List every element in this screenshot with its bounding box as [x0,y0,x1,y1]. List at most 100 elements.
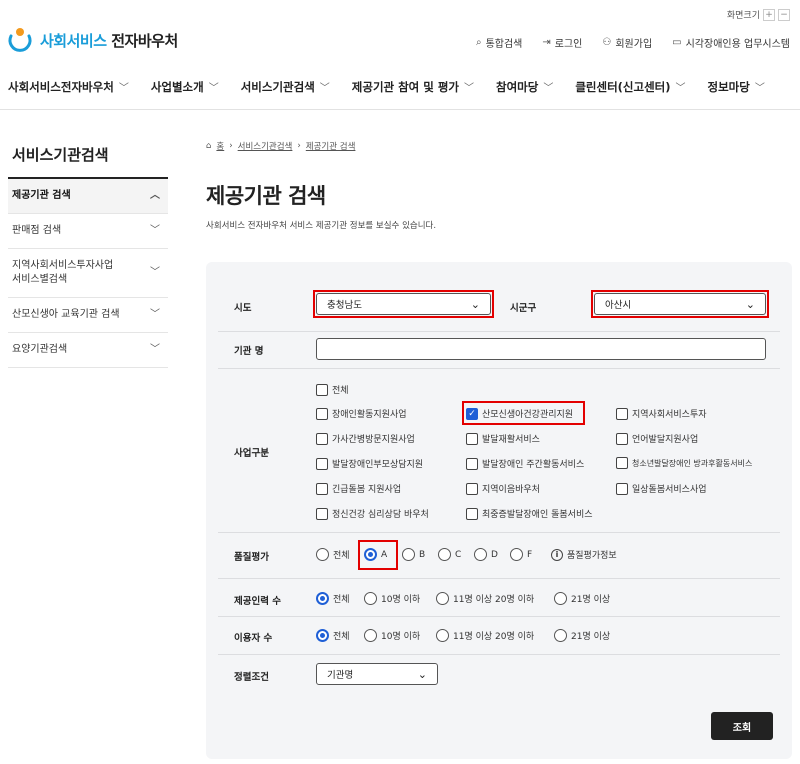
search-panel: 시도 충청남도 ⌄ 시군구 아산시 ⌄ 기관 명 사업구분 전체 장애인활동지원… [206,262,792,759]
sidebar: 서비스기관검색 제공기관 검색 ︿ 판매점 검색 ﹀ 지역사회서비스투자사업 서… [8,140,168,368]
checkbox-icon [466,482,478,495]
users-radio-over21[interactable]: 21명 이상 [554,629,610,642]
sigungu-highlight [591,290,769,318]
nav-item-info[interactable]: 정보마당 ﹀ [708,79,765,95]
radio-icon [402,548,415,561]
zoom-out-button[interactable]: − [778,8,790,21]
breadcrumb-current[interactable]: 제공기관 검색 [306,140,356,152]
checkbox-icon [316,457,328,470]
sidebar-item-care-org[interactable]: 요양기관검색 ﹀ [8,333,168,368]
biz-checkbox-daily-care[interactable]: 일상돌봄서비스사업 [616,482,707,495]
quality-radio-b[interactable]: B [402,548,425,561]
radio-icon [510,548,523,561]
maternity-highlight [462,401,585,425]
checkbox-icon [616,432,628,445]
breadcrumb-home[interactable]: 홈 [216,140,224,152]
chevron-down-icon: ⌄ [417,667,427,681]
home-icon[interactable]: ⌂ [206,141,211,151]
org-name-input[interactable] [316,338,766,360]
util-search[interactable]: ⌕ 통합검색 [476,35,522,50]
monitor-icon: ▭ [672,37,682,48]
biz-checkbox-language[interactable]: 언어발달지원사업 [616,432,698,445]
chevron-down-icon: ﹀ [543,83,554,94]
biz-checkbox-emergency[interactable]: 긴급돌봄 지원사업 [316,482,401,495]
checkbox-icon [466,507,478,520]
radio-icon [474,548,487,561]
search-button[interactable]: 조회 [711,712,773,740]
staff-radio-over21[interactable]: 21명 이상 [554,592,610,605]
breadcrumb: ⌂ 홈 › 서비스기관검색 › 제공기관 검색 [206,140,356,152]
radio-icon [554,629,567,642]
quality-radio-d[interactable]: D [474,548,498,561]
chevron-down-icon: ﹀ [150,309,160,320]
biz-checkbox-parent-counsel[interactable]: 발달장애인부모상담지원 [316,457,423,470]
radio-icon [438,548,451,561]
sidebar-title: 서비스기관검색 [8,140,168,179]
nav-item-clean-center[interactable]: 클린센터(신고센터) ﹀ [575,79,685,95]
info-icon: i [551,548,563,561]
nav-item-org-search[interactable]: 서비스기관검색 ﹀ [241,79,330,95]
staff-radio-11to20[interactable]: 11명 이상 20명 이하 [436,592,534,605]
chevron-down-icon: ﹀ [150,267,160,278]
sidebar-item-org-search[interactable]: 제공기관 검색 ︿ [8,179,168,214]
sort-select[interactable]: 기관명 ⌄ [316,663,438,685]
quality-radio-all[interactable]: 전체 [316,548,350,561]
users-radio-under10[interactable]: 10명 이하 [364,629,420,642]
radio-icon [436,629,449,642]
sigungu-label: 시군구 [510,303,537,314]
radio-selected-icon [316,592,329,605]
biz-checkbox-local-link[interactable]: 지역이음바우처 [466,482,540,495]
screen-size-control: 화면크기 + − [727,8,790,21]
quality-radio-f[interactable]: F [510,548,532,561]
radio-icon [436,592,449,605]
org-name-label: 기관 명 [234,346,264,357]
main-nav: 사회서비스전자바우처 ﹀ 사업별소개 ﹀ 서비스기관검색 ﹀ 제공기관 참여 및 평가… [0,64,800,110]
checkbox-icon [616,482,628,495]
page-title: 제공기관 검색 [206,184,326,208]
zoom-in-button[interactable]: + [763,8,775,21]
nav-item-voucher[interactable]: 사회서비스전자바우처 ﹀ [8,79,129,95]
checkbox-icon [466,457,478,470]
util-accessible-system[interactable]: ▭ 시각장애인용 업무시스템 [672,35,790,50]
staff-radio-under10[interactable]: 10명 이하 [364,592,420,605]
biz-checkbox-rehab[interactable]: 발달재활서비스 [466,432,540,445]
biz-checkbox-severe-care[interactable]: 최중증발달장애인 돌봄서비스 [466,507,593,520]
biz-checkbox-mental-health[interactable]: 정신건강 심리상담 바우처 [316,507,429,520]
user-add-icon: ⚇ [602,37,612,48]
users-radio-11to20[interactable]: 11명 이상 20명 이하 [436,629,534,642]
radio-icon [364,592,377,605]
biz-checkbox-youth-afterschool[interactable]: 청소년발달장애인 방과후활동서비스 [616,457,752,469]
checkbox-icon [466,432,478,445]
staff-radio-all[interactable]: 전체 [316,592,350,605]
nav-item-business[interactable]: 사업별소개 ﹀ [151,79,219,95]
logo-icon [8,28,32,52]
users-radio-all[interactable]: 전체 [316,629,350,642]
biz-checkbox-community[interactable]: 지역사회서비스투자 [616,407,707,420]
quality-info-link[interactable]: i 품질평가정보 [551,548,617,561]
radio-selected-icon [316,629,329,642]
checkbox-icon [316,407,328,420]
sidebar-item-store-search[interactable]: 판매점 검색 ﹀ [8,214,168,249]
radio-icon [316,548,329,561]
site-logo[interactable]: 사회서비스 전자바우처 [6,26,178,54]
sort-label: 정렬조건 [234,672,269,683]
quality-label: 품질평가 [234,552,269,563]
checkbox-icon [316,507,328,520]
util-signup[interactable]: ⚇ 회원가입 [602,35,652,50]
sidebar-item-maternity-edu[interactable]: 산모신생아 교육기관 검색 ﹀ [8,298,168,333]
nav-item-participation[interactable]: 제공기관 참여 및 평가 ﹀ [352,79,474,95]
nav-item-community[interactable]: 참여마당 ﹀ [496,79,553,95]
biz-checkbox-housework[interactable]: 가사간병방문지원사업 [316,432,415,445]
user-count-label: 이용자 수 [234,633,273,644]
chevron-down-icon: ﹀ [675,83,686,94]
sidebar-item-community-service[interactable]: 지역사회서비스투자사업 서비스별검색 ﹀ [8,249,168,298]
util-login[interactable]: ⇥ 로그인 [542,35,582,50]
breadcrumb-section[interactable]: 서비스기관검색 [238,140,293,152]
biz-checkbox-day-activity[interactable]: 발달장애인 주간활동서비스 [466,457,584,470]
quality-radio-c[interactable]: C [438,548,461,561]
chevron-down-icon: ﹀ [754,83,765,94]
biz-checkbox-all[interactable]: 전체 [316,383,349,396]
biz-checkbox-disability[interactable]: 장애인활동지원사업 [316,407,407,420]
logo-text-secondary: 전자바우처 [111,31,178,50]
biz-type-label: 사업구분 [234,448,269,459]
